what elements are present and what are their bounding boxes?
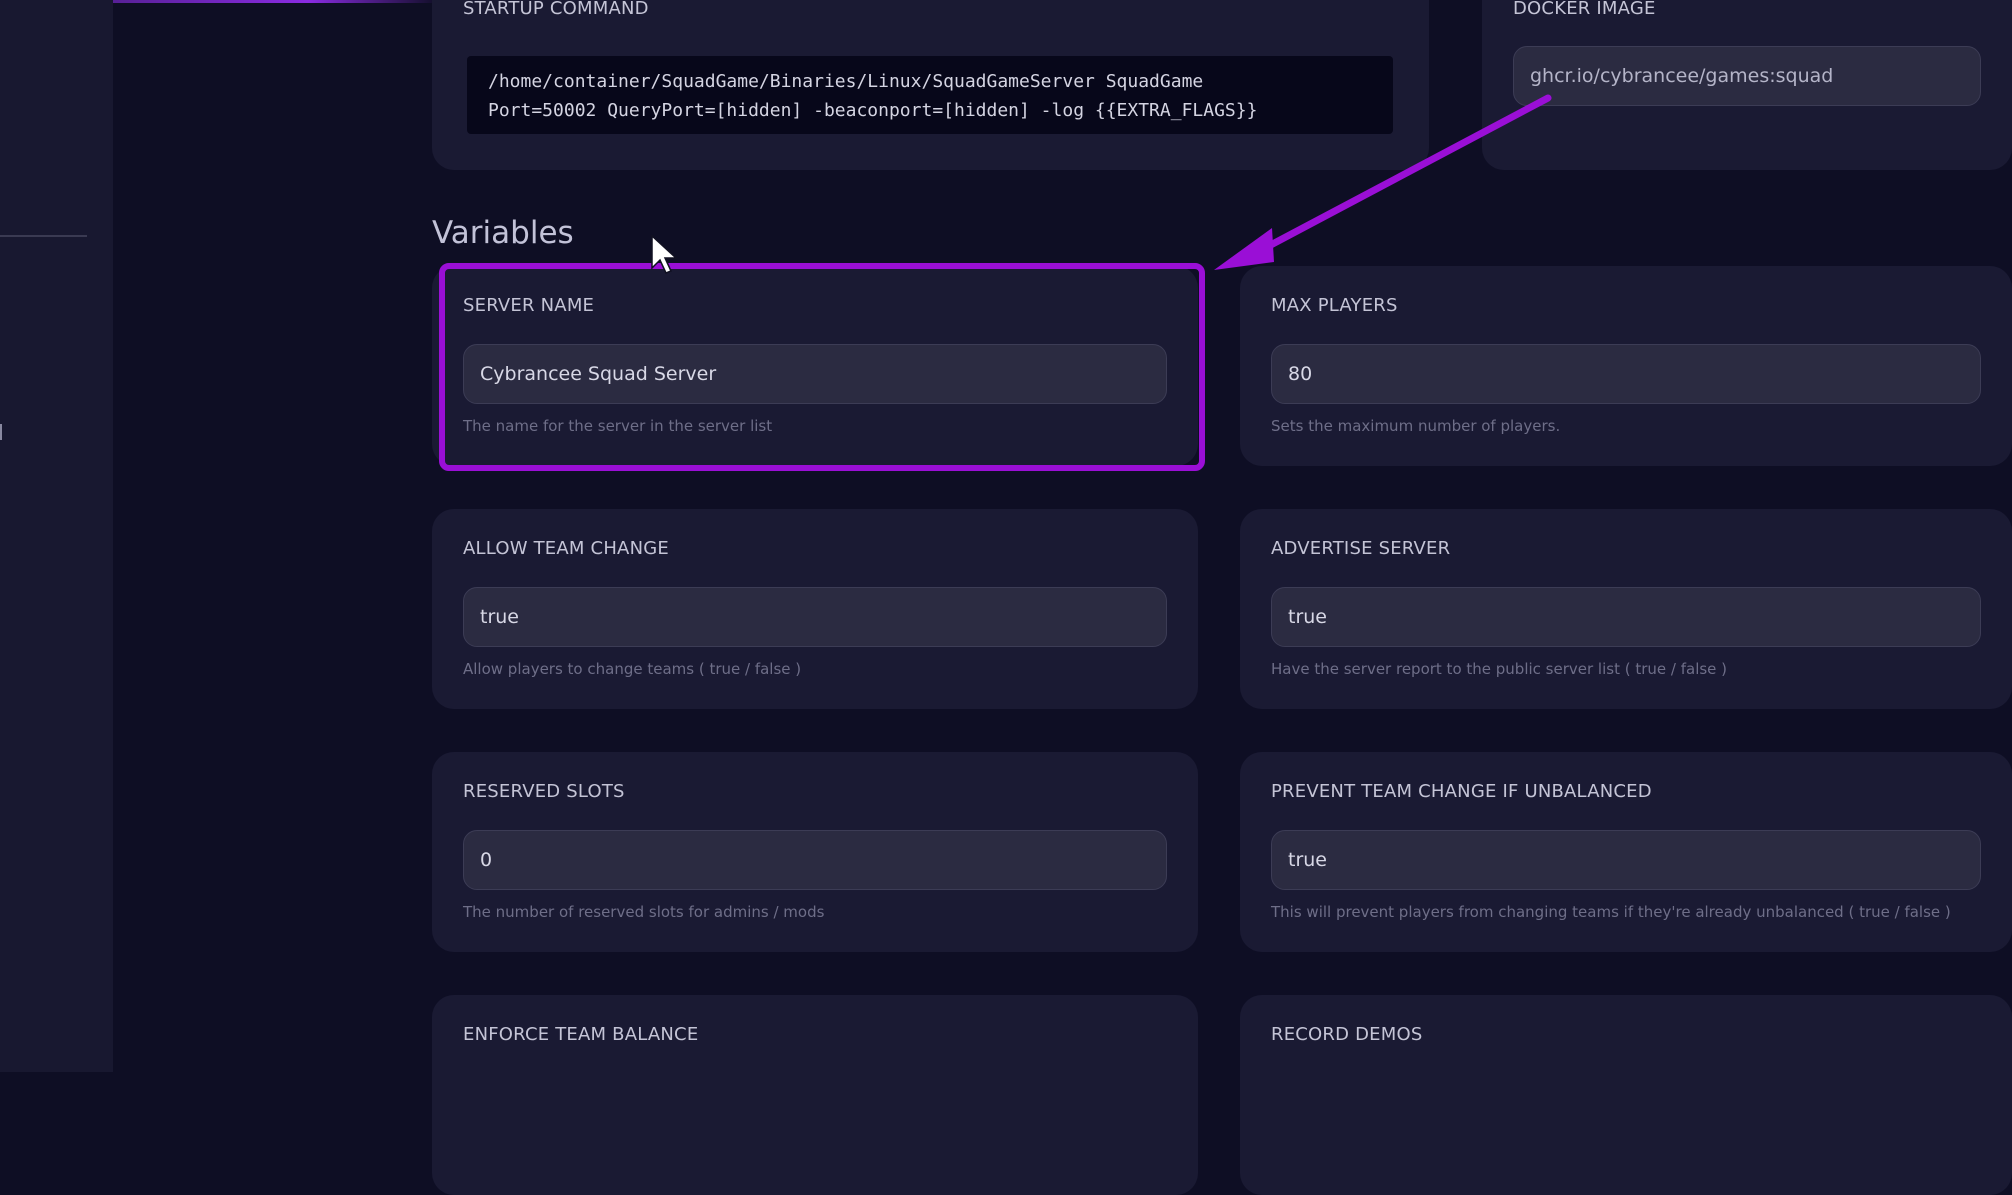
reserved-slots-input[interactable]: 0	[463, 830, 1167, 890]
docker-image-label: DOCKER IMAGE	[1513, 0, 1656, 19]
advertise-server-value: true	[1288, 606, 1327, 628]
prevent-team-change-input[interactable]: true	[1271, 830, 1981, 890]
variable-label: ENFORCE TEAM BALANCE	[463, 1024, 699, 1045]
allow-team-change-value: true	[480, 606, 519, 628]
variable-label: RECORD DEMOS	[1271, 1024, 1423, 1045]
docker-image-select[interactable]: ghcr.io/cybrancee/games:squad	[1513, 46, 1981, 106]
variable-description: The name for the server in the server li…	[463, 417, 773, 435]
max-players-value: 80	[1288, 363, 1313, 385]
variable-label: RESERVED SLOTS	[463, 781, 625, 802]
variable-card-enforce-team-balance: ENFORCE TEAM BALANCE	[432, 995, 1198, 1195]
variable-label: PREVENT TEAM CHANGE IF UNBALANCED	[1271, 781, 1652, 802]
variable-label: MAX PLAYERS	[1271, 295, 1398, 316]
variable-description: Have the server report to the public ser…	[1271, 660, 1728, 678]
startup-command-value: /home/container/SquadGame/Binaries/Linux…	[467, 56, 1393, 134]
variable-card-reserved-slots: RESERVED SLOTS 0 The number of reserved …	[432, 752, 1198, 952]
max-players-input[interactable]: 80	[1271, 344, 1981, 404]
reserved-slots-value: 0	[480, 849, 493, 871]
variable-label: ALLOW TEAM CHANGE	[463, 538, 669, 559]
variable-label: SERVER NAME	[463, 295, 595, 316]
variable-card-server-name: SERVER NAME Cybrancee Squad Server The n…	[432, 266, 1198, 466]
section-title: Variables	[432, 215, 574, 251]
prevent-team-change-value: true	[1288, 849, 1327, 871]
variable-card-advertise-server: ADVERTISE SERVER true Have the server re…	[1240, 509, 2012, 709]
variable-card-allow-team-change: ALLOW TEAM CHANGE true Allow players to …	[432, 509, 1198, 709]
docker-image-card: DOCKER IMAGE ghcr.io/cybrancee/games:squ…	[1482, 0, 2012, 170]
variable-description: Allow players to change teams ( true / f…	[463, 660, 802, 678]
allow-team-change-input[interactable]: true	[463, 587, 1167, 647]
advertise-server-input[interactable]: true	[1271, 587, 1981, 647]
variable-card-record-demos: RECORD DEMOS	[1240, 995, 2012, 1195]
server-name-value: Cybrancee Squad Server	[480, 363, 717, 385]
startup-command-line-1: /home/container/SquadGame/Binaries/Linux…	[488, 71, 1204, 92]
variable-description: The number of reserved slots for admins …	[463, 903, 825, 921]
sidebar-divider	[0, 235, 87, 237]
variable-card-prevent-team-change: PREVENT TEAM CHANGE IF UNBALANCED true T…	[1240, 752, 2012, 952]
sidebar	[0, 0, 113, 1072]
variable-label: ADVERTISE SERVER	[1271, 538, 1451, 559]
variable-description: Sets the maximum number of players.	[1271, 417, 1561, 435]
sidebar-marker	[0, 424, 2, 440]
server-name-input[interactable]: Cybrancee Squad Server	[463, 344, 1167, 404]
startup-command-line-2: Port=50002 QueryPort=[hidden] -beaconpor…	[488, 100, 1258, 121]
docker-image-value: ghcr.io/cybrancee/games:squad	[1530, 65, 1834, 87]
variable-card-max-players: MAX PLAYERS 80 Sets the maximum number o…	[1240, 266, 2012, 466]
variable-description: This will prevent players from changing …	[1271, 903, 1951, 921]
startup-command-label: STARTUP COMMAND	[463, 0, 649, 19]
